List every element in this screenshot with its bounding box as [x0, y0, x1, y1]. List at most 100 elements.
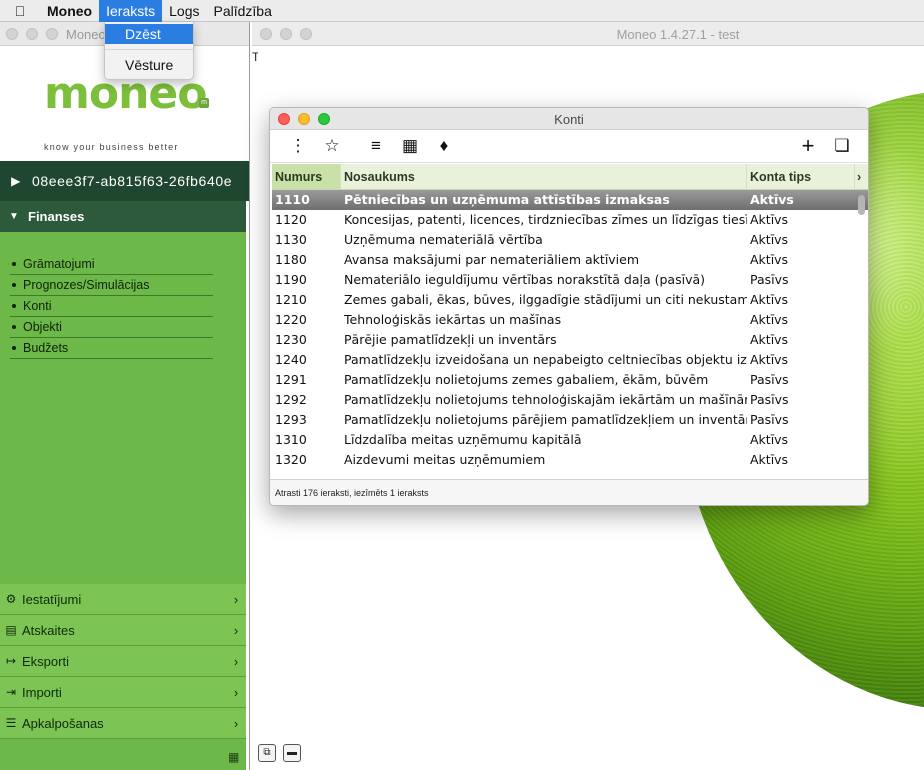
section-finanses-label: Finanses: [28, 209, 85, 224]
bullet-icon: [12, 262, 16, 266]
cell-konta-tips: Aktīvs: [750, 292, 789, 307]
chart-icon: ▤: [5, 623, 17, 637]
cell-konta-tips: Pasīvs: [750, 272, 789, 287]
cell-konta-tips: Aktīvs: [750, 332, 789, 347]
nav-label: Apkalpošanas: [22, 715, 104, 731]
scrollbar-thumb[interactable]: [858, 195, 865, 215]
cell-nosaukums: Zemes gabali, ēkas, būves, ilggadīgie st…: [344, 292, 747, 307]
sidebar-item-objekti[interactable]: Objekti: [10, 317, 213, 338]
cell-konta-tips: Pasīvs: [750, 412, 789, 427]
cell-konta-tips: Pasīvs: [750, 372, 789, 387]
cell-nosaukums: Koncesijas, patenti, licences, tirdzniec…: [344, 212, 747, 227]
nav-label: Iestatījumi: [22, 591, 82, 607]
konti-titlebar: Konti: [270, 108, 868, 130]
table-row[interactable]: 1110 Pētniecības un uzņēmuma attīstības i…: [272, 190, 868, 210]
cell-nosaukums: Nemateriālo ieguldījumu vērtības norakst…: [344, 272, 706, 287]
maximize-window-icon[interactable]: ▬: [283, 744, 301, 762]
nav-iestatijumi[interactable]: ⚙ Iestatījumi ›: [0, 584, 246, 615]
ieraksts-dropdown-menu: Dzēst Vēsture: [104, 22, 194, 80]
table-row[interactable]: 1190 Nemateriālo ieguldījumu vērtības nor…: [272, 270, 868, 290]
menu-separator: [105, 49, 193, 50]
table-row[interactable]: 1230 Pārējie pamatlīdzekļi un inventārs Ak…: [272, 330, 868, 350]
table-row[interactable]: 1240 Pamatlīdzekļu izveidošana un nepabei…: [272, 350, 868, 370]
bullet-icon: [12, 304, 16, 308]
table-row[interactable]: 1320 Aizdevumi meitas uzņēmumiem Aktīvs: [272, 450, 868, 470]
table-row[interactable]: 1292 Pamatlīdzekļu nolietojums tehnoloģis…: [272, 390, 868, 410]
sidebar-item-label: Prognozes/Simulācijas: [23, 278, 150, 292]
main-bottom-bar: ⧉ ▬: [252, 742, 924, 770]
apple-icon[interactable]: : [0, 3, 40, 19]
star-icon[interactable]: ☆: [321, 135, 343, 157]
column-header-konta-tips[interactable]: Konta tips: [747, 164, 855, 189]
company-id: 08eee3f7-ab815f63-26fb640e: [32, 173, 233, 189]
table-row[interactable]: 1220 Tehnoloģiskās iekārtas un mašīnas Akt…: [272, 310, 868, 330]
dashboard-grid-icon[interactable]: ▦: [228, 750, 239, 764]
table-row[interactable]: 1210 Zemes gabali, ēkas, būves, ilggadīgi…: [272, 290, 868, 310]
main-window-titlebar: Moneo 1.4.27.1 - test: [252, 22, 924, 46]
column-scroll-right-icon[interactable]: ›: [855, 164, 868, 189]
menu-item-dzest[interactable]: Dzēst: [105, 24, 193, 44]
cell-numurs: 1180: [275, 252, 307, 267]
section-finanses[interactable]: ▼ Finanses: [0, 201, 246, 232]
cell-konta-tips: Pasīvs: [750, 392, 789, 407]
chevron-down-icon: ▼: [9, 211, 19, 222]
nav-label: Atskaites: [22, 622, 75, 638]
nav-apkalposanas[interactable]: ☰ Apkalpošanas ›: [0, 708, 246, 739]
column-header-numurs[interactable]: Numurs: [272, 164, 341, 189]
cell-numurs: 1310: [275, 432, 307, 447]
gear-icon: ⚙: [5, 592, 17, 606]
nav-importi[interactable]: ⇥ Importi ›: [0, 677, 246, 708]
menu-item-vesture[interactable]: Vēsture: [105, 55, 193, 75]
company-selector[interactable]: ▶ 08eee3f7-ab815f63-26fb640e: [0, 161, 249, 201]
sidebar-item-label: Grāmatojumi: [23, 257, 95, 271]
cell-konta-tips: Aktīvs: [750, 452, 789, 467]
nav-atskaites[interactable]: ▤ Atskaites ›: [0, 615, 246, 646]
table-row[interactable]: 1291 Pamatlīdzekļu nolietojums zemes gaba…: [272, 370, 868, 390]
menu-logs[interactable]: Logs: [162, 0, 206, 22]
left-window: Moneo t moneo m know your business bette…: [0, 22, 250, 770]
export-icon: ↦: [5, 654, 17, 668]
vertical-scrollbar[interactable]: [858, 193, 866, 479]
table-row[interactable]: 1120 Koncesijas, patenti, licences, tirdz…: [272, 210, 868, 230]
konti-title: Konti: [554, 112, 584, 127]
cascade-windows-icon[interactable]: ⧉: [258, 744, 276, 762]
menu-palidziba[interactable]: Palīdzība: [206, 0, 278, 22]
cell-nosaukums: Pamatlīdzekļu nolietojums tehnoloģiskajā…: [344, 392, 747, 407]
cell-konta-tips: Aktīvs: [750, 192, 794, 207]
cell-konta-tips: Aktīvs: [750, 252, 789, 267]
nav-eksporti[interactable]: ↦ Eksporti ›: [0, 646, 246, 677]
minimize-button[interactable]: [26, 28, 38, 40]
cell-numurs: 1220: [275, 312, 307, 327]
copy-icon[interactable]: ❏: [831, 135, 853, 157]
add-icon[interactable]: +: [797, 135, 819, 157]
filter-icon[interactable]: ≡: [365, 135, 387, 157]
konti-toolbar: ⋮ ☆ ≡ ▦ ♦ + ❏: [270, 130, 868, 163]
table-row[interactable]: 1130 Uzņēmuma nemateriālā vērtība Aktīvs: [272, 230, 868, 250]
chevron-right-icon: ›: [233, 591, 239, 607]
cell-nosaukums: Pārējie pamatlīdzekļi un inventārs: [344, 332, 557, 347]
sidebar-nav: ▼ Finanses Grāmatojumi Prognozes/Simulāc…: [0, 201, 246, 770]
excel-icon[interactable]: ▦: [399, 135, 421, 157]
cell-nosaukums: Tehnoloģiskās iekārtas un mašīnas: [344, 312, 562, 327]
sidebar-item-konti[interactable]: Konti: [10, 296, 213, 317]
column-header-nosaukums[interactable]: Nosaukums: [341, 164, 747, 189]
cell-konta-tips: Aktīvs: [750, 432, 789, 447]
menu-ieraksts[interactable]: Ieraksts: [99, 0, 163, 22]
server-icon: ☰: [5, 716, 17, 730]
chevron-right-icon: ›: [233, 653, 239, 669]
zoom-button[interactable]: [46, 28, 58, 40]
tag-icon[interactable]: ♦: [433, 135, 455, 157]
more-vertical-icon[interactable]: ⋮: [287, 135, 309, 157]
sidebar-item-prognozes[interactable]: Prognozes/Simulācijas: [10, 275, 213, 296]
table-row[interactable]: 1293 Pamatlīdzekļu nolietojums pārējiem p…: [272, 410, 868, 430]
menu-moneo[interactable]: Moneo: [40, 0, 99, 22]
close-button[interactable]: [6, 28, 18, 40]
sidebar-item-gramatojumi[interactable]: Grāmatojumi: [10, 254, 213, 275]
nav-label: Importi: [22, 684, 62, 700]
sidebar-item-budzets[interactable]: Budžets: [10, 338, 213, 359]
cell-nosaukums: Pamatlīdzekļu izveidošana un nepabeigto …: [344, 352, 747, 367]
table-row[interactable]: 1180 Avansa maksājumi par nemateriāliem a…: [272, 250, 868, 270]
konti-window: Konti ⋮ ☆ ≡ ▦ ♦ + ❏ Numurs Nosaukums Kon…: [269, 107, 869, 506]
table-row[interactable]: 1310 Līdzdalība meitas uzņēmumu kapitālā A…: [272, 430, 868, 450]
cell-konta-tips: Aktīvs: [750, 232, 789, 247]
